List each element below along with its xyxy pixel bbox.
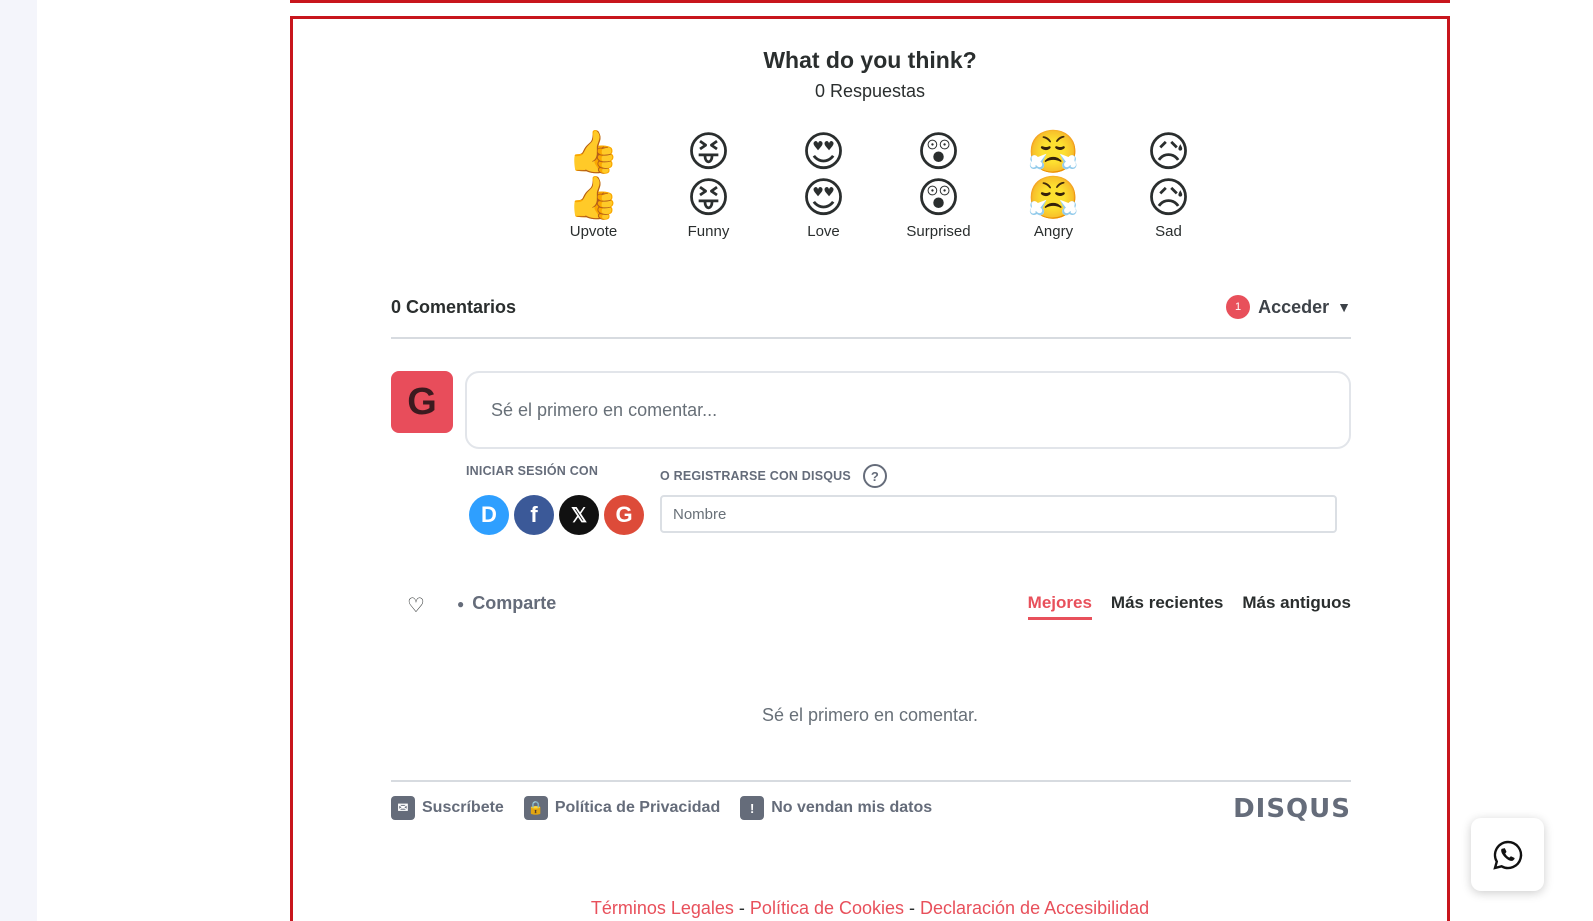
disqus-footer: ✉ Suscríbete 🔒 Política de Privacidad ! …	[391, 780, 1351, 824]
tab-newest[interactable]: Más recientes	[1111, 593, 1223, 620]
legal-links: Términos Legales - Política de Cookies -…	[293, 898, 1447, 919]
subscribe-link[interactable]: ✉ Suscríbete	[391, 796, 504, 820]
envelope-icon: ✉	[391, 796, 415, 820]
heart-icon[interactable]: ♡	[407, 593, 425, 618]
upvote-emoji-icon: 👍	[567, 173, 620, 222]
do-not-sell-link[interactable]: ! No vendan mis datos	[740, 796, 932, 820]
do-not-sell-label: No vendan mis datos	[771, 799, 933, 816]
google-login-button[interactable]: G	[604, 495, 644, 535]
funny-emoji-icon: 😝	[686, 173, 731, 222]
x-login-button[interactable]: 𝕏	[559, 495, 599, 535]
whatsapp-button[interactable]	[1471, 818, 1544, 891]
disqus-icon: D	[481, 502, 497, 527]
top-divider	[290, 0, 1450, 3]
reactions-list: 👍 👍 Upvote 😝 😝 Funny 😍 😍 Love 😲 😲 Surpri…	[536, 127, 1226, 241]
privacy-link[interactable]: 🔒 Política de Privacidad	[523, 796, 721, 820]
love-emoji-icon: 😍	[801, 127, 846, 176]
sort-tabs: Mejores Más recientes Más antiguos	[1027, 593, 1351, 620]
reaction-upvote[interactable]: 👍 👍 Upvote	[536, 127, 651, 241]
register-label: O REGISTRARSE CON DISQUS	[660, 469, 851, 483]
reaction-label: Surprised	[906, 223, 971, 240]
share-label: Comparte	[472, 593, 557, 613]
login-menu[interactable]: 1 Acceder ▼	[1226, 295, 1351, 319]
cookies-link[interactable]: Política de Cookies	[750, 898, 904, 918]
login-label: Acceder	[1258, 296, 1330, 317]
comments-frame: What do you think? 0 Respuestas 👍 👍 Upvo…	[290, 16, 1450, 921]
surprised-emoji-icon: 😲	[916, 173, 961, 222]
share-button[interactable]: ● Comparte	[457, 593, 556, 614]
comment-count: 0 Comentarios	[391, 297, 517, 317]
reaction-label: Sad	[1155, 223, 1182, 240]
disqus-login-button[interactable]: D	[469, 495, 509, 535]
reaction-sad[interactable]: 😥 😥 Sad	[1111, 127, 1226, 241]
reaction-funny[interactable]: 😝 😝 Funny	[651, 127, 766, 241]
lock-icon: 🔒	[523, 796, 548, 820]
alert-icon: !	[740, 796, 765, 820]
bullet-icon: ●	[457, 597, 465, 612]
love-emoji-icon: 😍	[801, 173, 846, 222]
comment-placeholder: Sé el primero en comentar...	[491, 399, 718, 420]
empty-message: Sé el primero en comentar.	[761, 705, 979, 725]
separator: -	[733, 898, 750, 918]
comment-input[interactable]: Sé el primero en comentar...	[465, 371, 1351, 449]
separator: -	[904, 898, 921, 918]
angry-emoji-icon: 😤	[1027, 127, 1080, 176]
social-login-buttons: D f 𝕏 G	[469, 495, 644, 535]
disqus-logo[interactable]: DISQUS	[1233, 794, 1351, 824]
tab-oldest[interactable]: Más antiguos	[1242, 593, 1351, 620]
reaction-label: Funny	[687, 223, 730, 240]
surprised-emoji-icon: 😲	[916, 127, 961, 176]
tab-best[interactable]: Mejores	[1027, 593, 1092, 620]
accessibility-link[interactable]: Declaración de Accesibilidad	[920, 898, 1149, 918]
terms-link[interactable]: Términos Legales	[591, 898, 734, 918]
angry-emoji-icon: 😤	[1027, 173, 1080, 222]
name-field[interactable]	[660, 495, 1337, 533]
reaction-label: Upvote	[569, 223, 618, 240]
caret-down-icon: ▼	[1337, 299, 1351, 315]
thread-header: 0 Comentarios 1 Acceder ▼	[391, 295, 1351, 339]
sad-emoji-icon: 😥	[1146, 127, 1191, 176]
whatsapp-icon	[1492, 840, 1522, 870]
register-label-row: O REGISTRARSE CON DISQUS ?	[660, 464, 887, 488]
facebook-login-button[interactable]: f	[514, 495, 554, 535]
sad-emoji-icon: 😥	[1146, 173, 1191, 222]
funny-emoji-icon: 😝	[686, 127, 731, 176]
subscribe-label: Suscríbete	[422, 799, 504, 816]
reaction-love[interactable]: 😍 😍 Love	[766, 127, 881, 241]
reaction-label: Love	[807, 223, 840, 240]
notification-badge: 1	[1226, 295, 1251, 319]
facebook-icon: f	[530, 502, 538, 527]
thread-toolbar: ♡ ● Comparte Mejores Más recientes Más an…	[391, 591, 1351, 631]
reactions-title: What do you think?	[763, 47, 977, 73]
reactions-count: 0 Respuestas	[814, 81, 926, 101]
footer-links: ✉ Suscríbete 🔒 Política de Privacidad ! …	[391, 796, 932, 820]
signin-label: INICIAR SESIÓN CON	[466, 464, 599, 478]
help-icon[interactable]: ?	[862, 464, 887, 488]
privacy-label: Política de Privacidad	[554, 799, 721, 816]
reaction-surprised[interactable]: 😲 😲 Surprised	[881, 127, 996, 241]
upvote-emoji-icon: 👍	[567, 127, 620, 176]
avatar: G	[391, 371, 453, 433]
google-icon: G	[615, 502, 633, 527]
reaction-angry[interactable]: 😤 😤 Angry	[996, 127, 1111, 241]
reaction-label: Angry	[1033, 223, 1074, 240]
x-icon: 𝕏	[570, 504, 588, 527]
